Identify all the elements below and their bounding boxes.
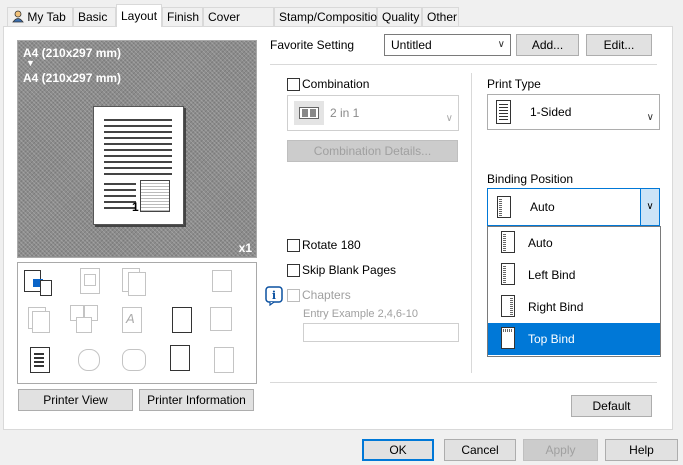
chevron-down-icon: ∨ — [646, 112, 654, 123]
ok-button[interactable]: OK — [362, 439, 434, 461]
apply-button[interactable]: Apply — [523, 439, 598, 461]
tab-stamp-composition[interactable]: Stamp/Composition — [274, 7, 384, 26]
divider — [471, 73, 472, 373]
user-auth-icon[interactable] — [76, 347, 102, 373]
preview-page: 1 — [93, 106, 184, 225]
font-icon[interactable]: A — [120, 307, 146, 333]
chapters-label: Chapters — [302, 288, 351, 302]
right-bind-icon — [501, 295, 515, 317]
add-favorite-button[interactable]: Add... — [516, 34, 579, 56]
arrow-down-icon: ▼ — [26, 58, 35, 68]
preview-original-size: A4 (210x297 mm) — [23, 46, 122, 60]
tab-basic[interactable]: Basic — [73, 7, 116, 26]
printer-view-button[interactable]: Printer View — [18, 389, 133, 411]
top-bind-icon — [501, 327, 515, 349]
binding-position-label: Binding Position — [487, 172, 574, 186]
binding-auto-icon — [497, 196, 511, 218]
tab-cover-mode[interactable]: Cover Mode — [203, 7, 274, 43]
booklet-icon[interactable] — [120, 268, 146, 296]
list-icon[interactable] — [212, 347, 238, 373]
binding-option-right-bind[interactable]: Right Bind — [488, 291, 660, 323]
edit-favorite-button[interactable]: Edit... — [586, 34, 652, 56]
tab-my-tab[interactable]: My Tab — [7, 7, 73, 26]
svg-text:i: i — [272, 289, 276, 302]
printer-job-icon[interactable] — [24, 270, 52, 296]
preview-page-number: 1 — [132, 200, 139, 214]
dropdown-button[interactable]: ∨ — [640, 189, 659, 225]
tab-label: Finish — [167, 10, 200, 24]
print-type-value: 1-Sided — [530, 105, 572, 119]
combination-icon[interactable] — [76, 268, 102, 294]
skip-blank-pages-label: Skip Blank Pages — [302, 263, 397, 277]
print-type-select[interactable]: 1-Sided ∨ — [487, 94, 660, 130]
rotate-180-checkbox[interactable] — [287, 239, 300, 252]
document-settings-icon[interactable] — [168, 307, 194, 333]
tab-quality[interactable]: Quality — [377, 7, 422, 26]
binding-auto-icon — [501, 231, 515, 253]
binding-position-value: Auto — [530, 200, 555, 214]
chevron-down-icon: ∨ — [445, 113, 453, 124]
tab-label: Stamp/Composition — [279, 10, 384, 24]
default-button[interactable]: Default — [571, 395, 652, 417]
left-bind-icon — [501, 263, 515, 285]
chapters-example: Entry Example 2,4,6-10 — [303, 308, 418, 320]
preview-subpage — [140, 180, 170, 212]
rotate-icon[interactable] — [208, 268, 234, 294]
chevron-down-icon: ∨ — [497, 39, 505, 50]
favorite-setting-select[interactable]: Untitled ∨ — [384, 34, 511, 56]
tab-label: Layout — [121, 9, 158, 23]
print-preview: A4 (210x297 mm) ▼ A4 (210x297 mm) 1 x1 — [17, 40, 257, 258]
preview-output-size: A4 (210x297 mm) — [23, 71, 122, 85]
user-icon — [12, 10, 24, 23]
chapters-checkbox[interactable] — [287, 289, 300, 302]
stack-icon[interactable] — [28, 307, 54, 333]
help-button[interactable]: Help — [605, 439, 678, 461]
divider — [270, 64, 657, 65]
security-icon[interactable] — [208, 305, 234, 331]
rotate-180-label: Rotate 180 — [302, 238, 361, 252]
multi-page-icon[interactable] — [70, 305, 98, 333]
print-type-label: Print Type — [487, 77, 541, 91]
cancel-button[interactable]: Cancel — [444, 439, 516, 461]
combination-value: 2 in 1 — [330, 106, 360, 120]
binding-option-top-bind[interactable]: Top Bind — [488, 323, 660, 355]
two-in-one-icon — [294, 101, 324, 125]
tab-layout[interactable]: Layout — [116, 4, 162, 27]
printer-information-button[interactable]: Printer Information — [139, 389, 254, 411]
schedule-icon[interactable] — [168, 345, 194, 371]
combination-label: Combination — [302, 77, 370, 91]
combination-checkbox[interactable] — [287, 78, 300, 91]
binding-option-label: Top Bind — [528, 332, 575, 346]
binding-option-left-bind[interactable]: Left Bind — [488, 259, 660, 291]
favorite-setting-value: Untitled — [391, 38, 432, 52]
info-icon[interactable]: i — [265, 286, 283, 307]
chapters-input[interactable] — [303, 323, 459, 342]
combination-details-button[interactable]: Combination Details... — [287, 140, 458, 162]
binding-position-select[interactable]: Auto ∨ — [487, 188, 660, 226]
favorite-setting-label: Favorite Setting — [270, 38, 355, 52]
account-icon[interactable] — [120, 347, 146, 373]
tab-label: My Tab — [27, 10, 66, 24]
function-icons-panel: A — [17, 262, 257, 384]
tab-other[interactable]: Other — [422, 7, 459, 26]
skip-blank-pages-checkbox[interactable] — [287, 264, 300, 277]
binding-option-label: Auto — [528, 236, 553, 250]
one-sided-icon — [496, 100, 511, 124]
combination-select[interactable]: 2 in 1 ∨ — [287, 95, 459, 131]
tab-label: Other — [427, 10, 458, 24]
text-document-icon[interactable] — [28, 347, 54, 373]
tab-label: Quality — [382, 10, 420, 24]
tab-finish[interactable]: Finish — [162, 7, 203, 26]
preview-copies: x1 — [238, 241, 252, 255]
tab-label: Basic — [78, 10, 108, 24]
binding-option-label: Left Bind — [528, 268, 576, 282]
binding-option-label: Right Bind — [528, 300, 584, 314]
divider — [270, 382, 657, 383]
binding-option-auto[interactable]: Auto — [488, 227, 660, 259]
